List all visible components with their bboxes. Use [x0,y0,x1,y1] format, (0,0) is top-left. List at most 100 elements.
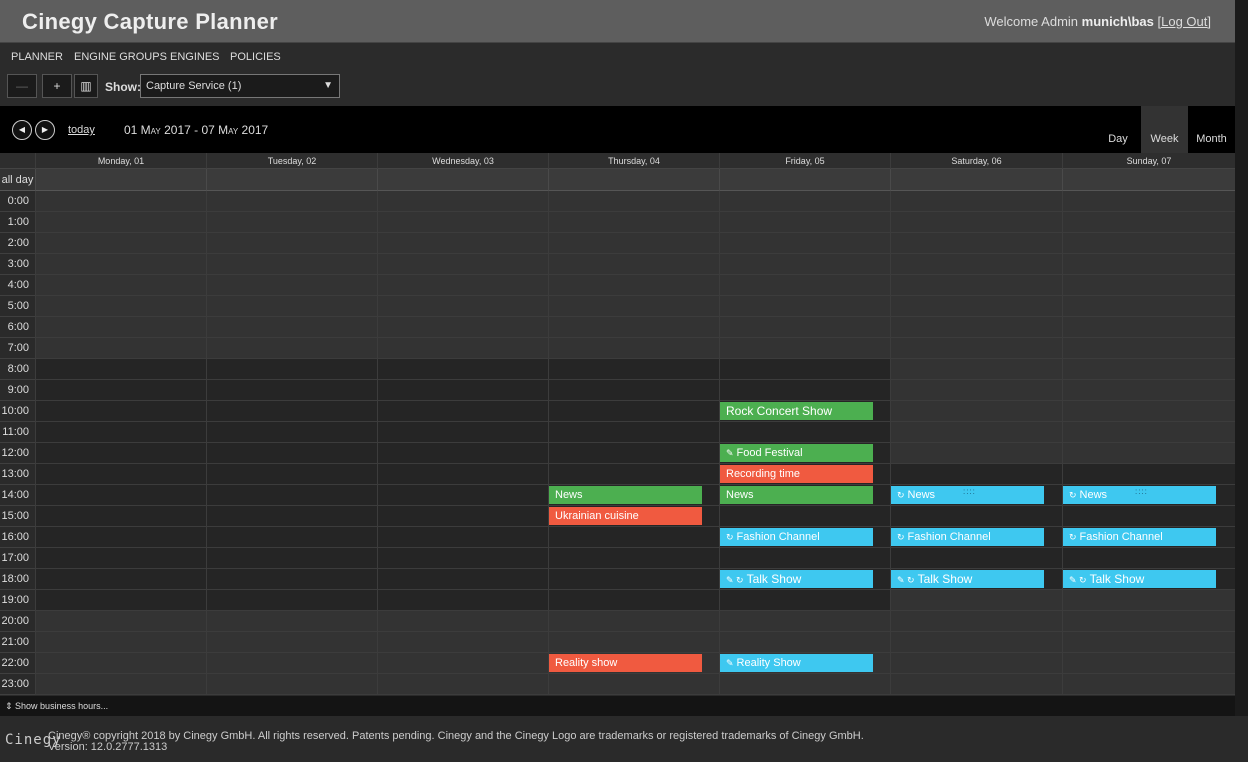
time-slot[interactable] [719,590,890,611]
time-slot[interactable] [206,569,377,590]
time-slot[interactable] [890,674,1062,695]
time-slot[interactable] [719,296,890,317]
time-slot[interactable] [890,317,1062,338]
time-slot[interactable] [1062,422,1235,443]
time-slot[interactable] [377,212,548,233]
time-slot[interactable] [548,275,719,296]
time-slot[interactable] [377,296,548,317]
time-slot[interactable] [890,590,1062,611]
view-week-button[interactable]: Week [1141,106,1188,153]
time-slot[interactable] [377,191,548,212]
time-slot[interactable] [548,611,719,632]
time-slot[interactable] [719,338,890,359]
time-slot[interactable] [206,464,377,485]
time-slot[interactable] [548,674,719,695]
time-slot[interactable] [1062,506,1235,527]
time-slot[interactable] [377,632,548,653]
time-slot[interactable] [548,401,719,422]
day-header[interactable]: Wednesday, 03 [377,153,548,169]
time-slot[interactable] [1062,443,1235,464]
day-header[interactable]: Tuesday, 02 [206,153,377,169]
time-slot[interactable] [1062,653,1235,674]
time-slot[interactable] [377,275,548,296]
calendar-event[interactable]: ✎ Reality Show [720,654,873,672]
time-slot[interactable] [206,380,377,401]
time-slot[interactable] [1062,590,1235,611]
time-slot[interactable] [35,485,206,506]
time-slot[interactable] [206,674,377,695]
time-slot[interactable] [890,548,1062,569]
time-slot[interactable] [548,569,719,590]
time-slot[interactable] [719,674,890,695]
time-slot[interactable] [1062,464,1235,485]
nav-planner[interactable]: PLANNER [11,51,63,63]
calendar-event[interactable]: News [549,486,702,504]
time-slot[interactable] [35,401,206,422]
time-slot[interactable] [548,590,719,611]
time-slot[interactable] [548,632,719,653]
time-slot[interactable] [377,464,548,485]
allday-cell[interactable] [206,169,377,191]
allday-cell[interactable] [1062,169,1235,191]
allday-cell[interactable] [35,169,206,191]
time-slot[interactable] [377,527,548,548]
time-slot[interactable] [1062,317,1235,338]
time-slot[interactable] [548,527,719,548]
time-slot[interactable] [719,506,890,527]
time-slot[interactable] [35,611,206,632]
day-header[interactable]: Saturday, 06 [890,153,1062,169]
time-slot[interactable] [1062,275,1235,296]
time-slot[interactable] [890,464,1062,485]
scrollbar-track[interactable] [1235,0,1248,716]
today-link[interactable]: today [68,124,95,136]
time-slot[interactable] [548,254,719,275]
time-slot[interactable] [35,590,206,611]
time-slot[interactable] [890,380,1062,401]
calendar-event[interactable]: ↻ Fashion Channel [891,528,1044,546]
time-slot[interactable] [35,443,206,464]
time-slot[interactable] [890,653,1062,674]
time-slot[interactable] [890,506,1062,527]
time-slot[interactable] [719,233,890,254]
time-slot[interactable] [719,422,890,443]
time-slot[interactable] [890,254,1062,275]
time-slot[interactable] [35,527,206,548]
time-slot[interactable] [719,632,890,653]
time-slot[interactable] [206,317,377,338]
time-slot[interactable] [548,380,719,401]
time-slot[interactable] [35,191,206,212]
time-slot[interactable] [377,611,548,632]
time-slot[interactable] [377,506,548,527]
time-slot[interactable] [206,359,377,380]
view-day-button[interactable]: Day [1098,106,1138,153]
day-header[interactable]: Sunday, 07 [1062,153,1235,169]
time-slot[interactable] [890,401,1062,422]
time-slot[interactable] [719,548,890,569]
time-slot[interactable] [1062,296,1235,317]
resize-handle-icon[interactable]: :::: [963,486,976,501]
time-slot[interactable] [35,359,206,380]
time-slot[interactable] [377,359,548,380]
time-slot[interactable] [35,548,206,569]
time-slot[interactable] [377,590,548,611]
time-slot[interactable] [35,506,206,527]
time-slot[interactable] [377,338,548,359]
allday-cell[interactable] [719,169,890,191]
nav-policies[interactable]: POLICIES [230,51,281,63]
calendar-event[interactable]: ✎ ↻ Talk Show [1063,570,1216,588]
time-slot[interactable] [206,191,377,212]
time-slot[interactable] [206,254,377,275]
time-slot[interactable] [377,485,548,506]
time-slot[interactable] [206,506,377,527]
time-slot[interactable] [890,443,1062,464]
time-slot[interactable] [35,317,206,338]
time-slot[interactable] [719,254,890,275]
time-slot[interactable] [206,485,377,506]
calendar-event[interactable]: ✎ ↻ Talk Show [720,570,873,588]
time-slot[interactable] [206,233,377,254]
allday-cell[interactable] [377,169,548,191]
time-slot[interactable] [719,212,890,233]
time-slot[interactable] [206,632,377,653]
time-slot[interactable] [377,401,548,422]
time-slot[interactable] [35,653,206,674]
